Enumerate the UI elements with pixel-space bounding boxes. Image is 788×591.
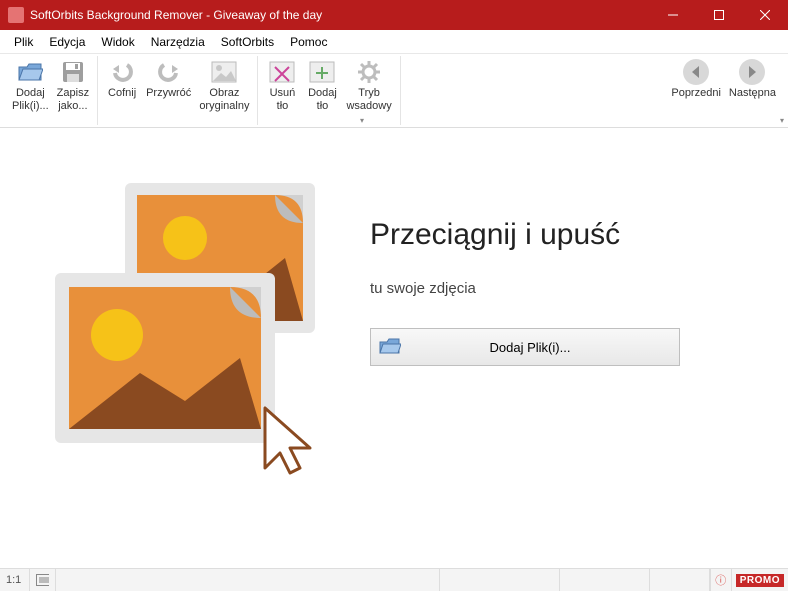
next-button[interactable]: Następna: [725, 56, 780, 125]
add-bg-icon: [308, 58, 336, 86]
statusbar: 1:1 ⓘ PROMO: [0, 568, 788, 591]
window-title: SoftOrbits Background Remover - Giveaway…: [30, 8, 650, 22]
original-image-button[interactable]: Obraz oryginalny: [195, 56, 253, 125]
gear-icon: [355, 58, 383, 86]
folder-open-icon: [16, 58, 44, 86]
redo-button[interactable]: Przywróć: [142, 56, 195, 125]
undo-button[interactable]: Cofnij: [102, 56, 142, 125]
save-as-button[interactable]: Zapisz jako...: [53, 56, 93, 125]
info-button[interactable]: ⓘ: [710, 569, 732, 591]
toolbar-group-edit: Cofnij Przywróć Obraz oryginalny: [98, 56, 258, 125]
app-icon: [8, 7, 24, 23]
arrow-right-icon: [738, 58, 766, 86]
prev-button[interactable]: Poprzedni: [667, 56, 725, 125]
arrow-left-icon: [682, 58, 710, 86]
fit-screen-button[interactable]: [30, 569, 56, 591]
menu-help[interactable]: Pomoc: [282, 33, 335, 51]
menu-file[interactable]: Plik: [6, 33, 41, 51]
add-files-main-button[interactable]: Dodaj Plik(i)...: [370, 328, 680, 366]
drop-heading: Przeciągnij i upuść: [370, 218, 620, 252]
maximize-button[interactable]: [696, 0, 742, 30]
folder-open-icon: [379, 337, 401, 358]
add-files-button[interactable]: Dodaj Plik(i)...: [8, 56, 53, 125]
toolbar-group-file: Dodaj Plik(i)... Zapisz jako...: [4, 56, 98, 125]
info-icon: ⓘ: [715, 572, 726, 588]
menu-edit[interactable]: Edycja: [41, 33, 93, 51]
menu-view[interactable]: Widok: [93, 33, 142, 51]
batch-button[interactable]: Tryb wsadowy: [342, 56, 395, 125]
status-spacer: [56, 569, 440, 591]
promo-badge[interactable]: PROMO: [736, 574, 784, 587]
window-controls: [650, 0, 788, 30]
close-button[interactable]: [742, 0, 788, 30]
menubar: Plik Edycja Widok Narzędzia SoftOrbits P…: [0, 30, 788, 54]
status-cell: [650, 569, 710, 591]
remove-bg-icon: [268, 58, 296, 86]
save-icon: [59, 58, 87, 86]
minimize-button[interactable]: [650, 0, 696, 30]
drop-illustration-icon: [55, 173, 355, 473]
toolbar: Dodaj Plik(i)... Zapisz jako... Cofnij P…: [0, 54, 788, 128]
menu-softorbits[interactable]: SoftOrbits: [213, 33, 282, 51]
image-icon: [210, 58, 238, 86]
drop-subheading: tu swoje zdjęcia: [370, 280, 620, 297]
redo-icon: [155, 58, 183, 86]
fit-icon: [36, 574, 49, 586]
add-files-main-label: Dodaj Plik(i)...: [409, 340, 679, 355]
drop-text: Przeciągnij i upuść tu swoje zdjęcia: [370, 218, 620, 297]
status-cell: [440, 569, 560, 591]
toolbar-group-bg: Usuń tło Dodaj tło Tryb wsadowy: [258, 56, 400, 125]
overflow-chevron-icon[interactable]: ▾: [360, 116, 364, 125]
overflow-chevron-icon[interactable]: ▾: [780, 116, 784, 125]
add-bg-button[interactable]: Dodaj tło: [302, 56, 342, 125]
undo-icon: [108, 58, 136, 86]
zoom-level[interactable]: 1:1: [0, 569, 30, 591]
toolbar-group-nav: Poprzedni Następna: [663, 56, 784, 125]
status-cell: [560, 569, 650, 591]
titlebar: SoftOrbits Background Remover - Giveaway…: [0, 0, 788, 30]
main-canvas[interactable]: Przeciągnij i upuść tu swoje zdjęcia Dod…: [0, 128, 788, 568]
remove-bg-button[interactable]: Usuń tło: [262, 56, 302, 125]
menu-tools[interactable]: Narzędzia: [143, 33, 213, 51]
